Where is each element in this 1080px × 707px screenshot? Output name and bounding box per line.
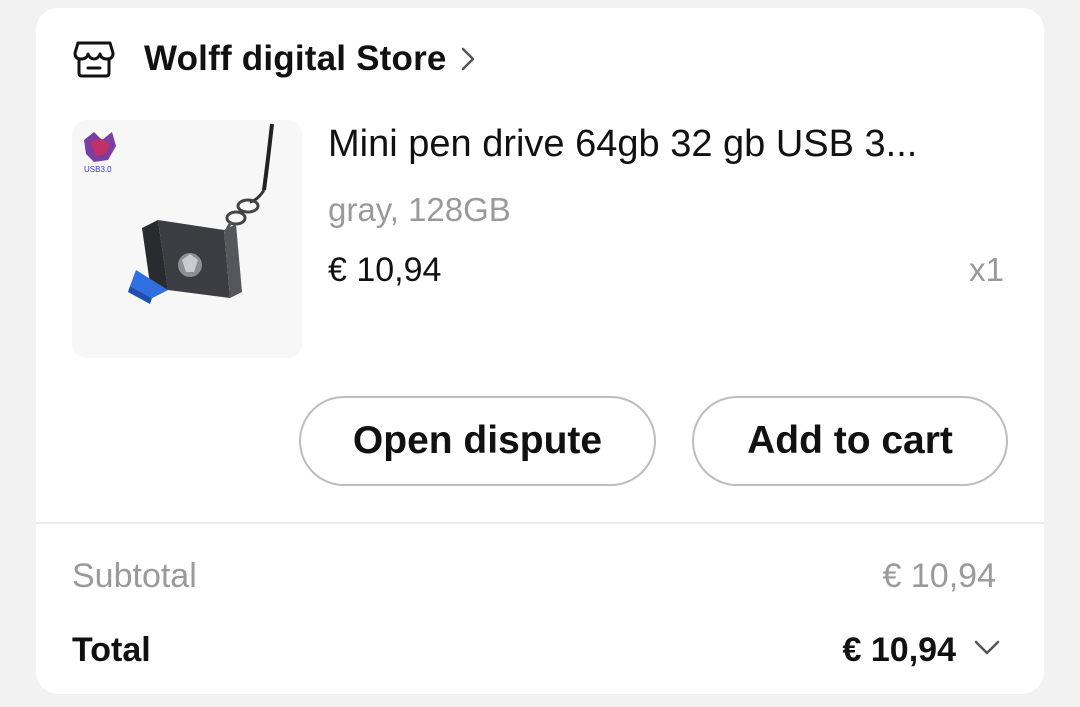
chevron-right-icon [459,44,481,74]
svg-text:USB3.0: USB3.0 [84,165,112,174]
total-label: Total [72,631,151,669]
product-quantity: x1 [969,251,1004,288]
product-image[interactable]: USB3.0 [72,120,302,358]
order-card: Wolff digital Store USB3.0 Mini pen driv… [36,8,1044,694]
store-icon [72,37,116,81]
open-dispute-button[interactable]: Open dispute [299,396,656,486]
total-value[interactable]: € 10,94 [843,628,956,672]
product-title[interactable]: Mini pen drive 64gb 32 gb USB 3... [328,120,1018,168]
store-name[interactable]: Wolff digital Store [144,39,447,79]
chevron-down-icon[interactable] [972,636,1002,660]
store-header[interactable]: Wolff digital Store [72,34,481,84]
add-to-cart-button[interactable]: Add to cart [692,396,1008,486]
product-variant: gray, 128GB [328,191,511,228]
subtotal-value: € 10,94 [882,557,996,595]
brand-logo: USB3.0 [84,132,116,174]
subtotal-label: Subtotal [72,557,197,595]
divider [36,522,1044,524]
product-price: € 10,94 [328,251,442,289]
